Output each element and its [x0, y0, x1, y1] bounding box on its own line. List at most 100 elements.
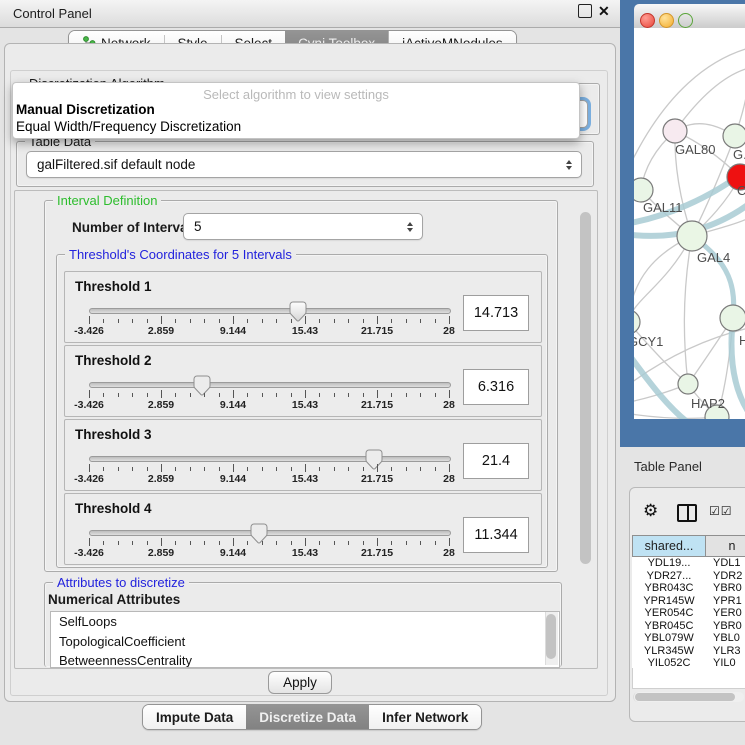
table-row[interactable]: YIL052CYIL0: [632, 657, 745, 668]
table-row[interactable]: YDL19...YDL1: [632, 557, 745, 570]
node-right-mid[interactable]: [720, 305, 745, 331]
table-cell: YLR3: [706, 645, 741, 657]
gear-icon[interactable]: ⚙: [643, 501, 658, 521]
tick-mark: [377, 316, 378, 324]
tick-mark: [348, 319, 349, 323]
bottom-tabbar: Impute Data Discretize Data Infer Networ…: [142, 704, 482, 730]
dropdown-option-manual-discretization[interactable]: Manual Discretization: [16, 102, 155, 117]
tick-mark: [334, 319, 335, 323]
tick-mark: [420, 541, 421, 545]
threshold-4-value-field[interactable]: 11.344: [463, 517, 529, 553]
tick-mark: [435, 467, 436, 471]
tick-mark: [233, 316, 234, 324]
tab-discretize-data[interactable]: Discretize Data: [246, 705, 369, 729]
tick-mark: [219, 319, 220, 323]
table-row[interactable]: YER054CYER0: [632, 607, 745, 620]
tick-mark: [190, 393, 191, 397]
tick-mark: [391, 393, 392, 397]
tick-mark: [247, 467, 248, 471]
column-header-name[interactable]: n: [705, 535, 745, 557]
tick-mark: [319, 467, 320, 471]
numerical-attributes-label: Numerical Attributes: [48, 592, 180, 607]
threshold-1-slider[interactable]: [89, 308, 451, 314]
tick-mark: [233, 538, 234, 546]
threshold-2-slider[interactable]: [89, 382, 451, 388]
tick-label: 2.859: [148, 399, 174, 411]
close-icon[interactable]: ✕: [598, 3, 610, 20]
tick-mark: [175, 319, 176, 323]
vertical-scrollbar-thumb[interactable]: [580, 212, 591, 564]
algorithm-dropdown-popup: Select algorithm to view settings Manual…: [12, 82, 580, 139]
table-row[interactable]: YLR345WYLR3: [632, 645, 745, 658]
node-partial-top-right[interactable]: [723, 124, 745, 148]
threshold-1-panel: Threshold 1 -3.4262.8599.14415.4321.7152…: [64, 271, 542, 343]
node-gal80[interactable]: [663, 119, 687, 143]
close-traffic-light-icon[interactable]: [640, 13, 655, 28]
threshold-2-value-field[interactable]: 6.316: [463, 369, 529, 405]
tick-mark: [420, 467, 421, 471]
tick-mark: [89, 464, 90, 472]
table-cell: YIL0: [706, 657, 736, 668]
split-view-icon[interactable]: [677, 504, 697, 522]
tick-mark: [204, 319, 205, 323]
threshold-3-slider[interactable]: [89, 456, 451, 462]
tick-mark: [132, 467, 133, 471]
tick-mark: [118, 319, 119, 323]
node-gal4[interactable]: [677, 221, 707, 251]
tick-mark: [247, 541, 248, 545]
tick-mark: [118, 467, 119, 471]
tick-mark: [377, 464, 378, 472]
threshold-3-panel: Threshold 3 -3.4262.8599.14415.4321.7152…: [64, 419, 542, 491]
node-label-gal80: GAL80: [675, 142, 715, 157]
dropdown-option-equal-width-frequency[interactable]: Equal Width/Frequency Discretization: [16, 119, 241, 134]
table-cell: YBR045C: [632, 620, 706, 632]
column-header-shared-name[interactable]: shared...: [632, 535, 706, 557]
table-row[interactable]: YDR27...YDR2: [632, 570, 745, 583]
attribute-item[interactable]: SelfLoops: [51, 612, 559, 632]
table-data-combobox[interactable]: galFiltered.sif default node: [26, 151, 582, 178]
tick-mark: [103, 541, 104, 545]
tick-mark: [391, 319, 392, 323]
table-row[interactable]: YPR145WYPR1: [632, 595, 745, 608]
node-label-gal11: GAL11: [643, 200, 683, 215]
minimize-traffic-light-icon[interactable]: [659, 13, 674, 28]
threshold-4-slider[interactable]: [89, 530, 451, 536]
float-window-icon[interactable]: [578, 4, 592, 18]
network-window-titlebar[interactable]: [634, 4, 745, 29]
tick-mark: [147, 319, 148, 323]
tab-impute-data[interactable]: Impute Data: [143, 705, 246, 729]
table-row[interactable]: YBL079WYBL0: [632, 632, 745, 645]
table-row[interactable]: YBR043CYBR0: [632, 582, 745, 595]
combo-stepper-icon: [566, 160, 572, 170]
table-hscrollbar-thumb[interactable]: [635, 693, 735, 701]
attribute-item[interactable]: BetweennessCentrality: [51, 651, 559, 668]
tick-mark: [204, 541, 205, 545]
tick-mark: [219, 467, 220, 471]
tick-mark: [89, 390, 90, 398]
column-checkboxes-icon[interactable]: ☑☑: [709, 504, 733, 518]
slider-ticks: [89, 538, 449, 547]
tick-mark: [161, 538, 162, 546]
threshold-1-value-field[interactable]: 14.713: [463, 295, 529, 331]
attribute-item[interactable]: TopologicalCoefficient: [51, 632, 559, 652]
apply-button[interactable]: Apply: [268, 671, 332, 694]
node-label-hap2: HAP2: [691, 396, 725, 411]
network-view-canvas[interactable]: GAL80 G. C GAL11 GAL4 GCY1 H HAP2: [634, 28, 745, 419]
list-scrollbar-thumb[interactable]: [546, 614, 556, 659]
number-of-intervals-combobox[interactable]: 5: [183, 213, 423, 240]
threshold-3-value-field[interactable]: 21.4: [463, 443, 529, 479]
node-gcy1[interactable]: [634, 310, 640, 334]
table-row[interactable]: YBR045CYBR0: [632, 620, 745, 633]
zoom-traffic-light-icon[interactable]: [678, 13, 693, 28]
table-cell: YER0: [706, 607, 742, 619]
number-of-intervals-label: Number of Intervals: [72, 220, 199, 235]
tick-mark: [247, 393, 248, 397]
tick-mark: [449, 464, 450, 472]
threshold-4-panel: Threshold 4 -3.4262.8599.14415.4321.7152…: [64, 493, 542, 565]
tick-mark: [247, 319, 248, 323]
node-hap2[interactable]: [678, 374, 698, 394]
tab-infer-network[interactable]: Infer Network: [369, 705, 481, 729]
tick-mark: [276, 393, 277, 397]
node-gal11[interactable]: [634, 178, 653, 202]
slider-ticks: [89, 316, 449, 325]
